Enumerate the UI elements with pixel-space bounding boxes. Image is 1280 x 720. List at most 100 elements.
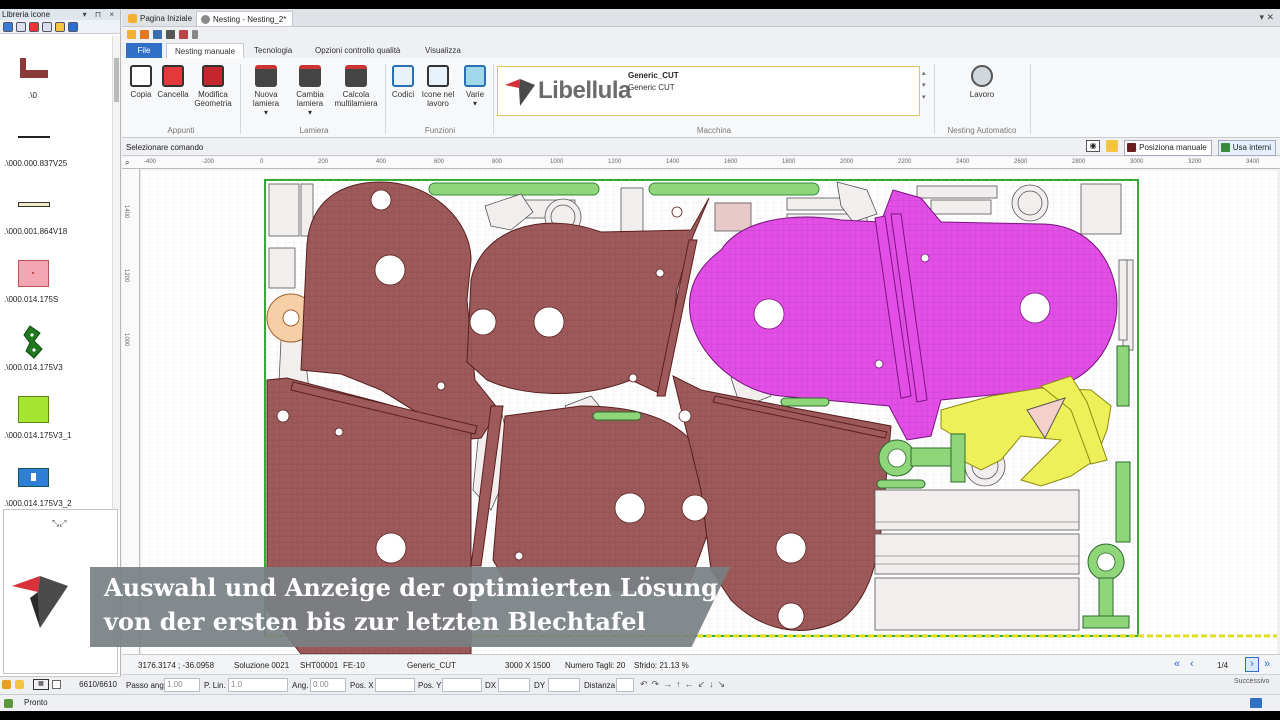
part-thumbnail-icon <box>18 202 50 207</box>
caption-line-1: Auswahl und Anzeige der optimierten Lösu… <box>104 573 718 602</box>
dy-field[interactable] <box>548 678 580 692</box>
codes-button[interactable]: Codici <box>388 65 418 99</box>
zoom-icon[interactable]: ⌕ <box>125 158 129 168</box>
export-icon[interactable] <box>179 30 188 39</box>
position-manual-label: Posiziona manuale <box>1139 143 1207 152</box>
lock-icon[interactable] <box>2 680 11 689</box>
job-label: Lavoro <box>969 90 995 99</box>
list-item[interactable]: .\0 <box>0 36 112 104</box>
machine-selector[interactable]: Libellula Generic_CUT Generic CUT <box>497 66 920 116</box>
job-button[interactable]: Lavoro <box>962 65 1002 99</box>
panel-controls[interactable]: ▾ ⊓ × <box>83 9 120 20</box>
hand-icon[interactable] <box>15 680 24 689</box>
new-sheet-label: Nuova lamiera <box>252 90 280 108</box>
ruler-tick-label: 400 <box>376 159 387 165</box>
machine-description: Generic CUT <box>628 83 675 92</box>
angle-step-field[interactable]: 1.00 <box>164 678 200 692</box>
tab-home[interactable]: Pagina Iniziale <box>124 11 198 26</box>
multisheet-icon <box>345 65 367 87</box>
job-icons-icon <box>427 65 449 87</box>
lock-icon[interactable] <box>1106 140 1119 152</box>
tab-visualizza[interactable]: Visualizza <box>417 43 469 58</box>
print-icon[interactable] <box>166 30 175 39</box>
part-green-bar[interactable] <box>428 182 600 196</box>
libellula-logo-icon <box>505 79 535 106</box>
list-item-label: .\000.014.175V3 <box>4 363 63 372</box>
list-item[interactable]: .\000.014.175V3_2 <box>0 444 112 512</box>
list-item[interactable]: .\000.014.175V3_1 <box>0 376 112 444</box>
libellula-logo-icon <box>12 576 68 628</box>
pos-x-field[interactable] <box>375 678 415 692</box>
group-label-funzioni: Funzioni <box>424 126 456 135</box>
eye-icon[interactable]: ◉ <box>1086 140 1101 152</box>
save-icon[interactable] <box>153 30 162 39</box>
pos-y-field[interactable] <box>442 678 482 692</box>
distance-field[interactable] <box>616 678 634 692</box>
edit-geometry-button[interactable]: Modifica Geometria <box>192 65 234 108</box>
expand-icon[interactable]: ⤡⤢ <box>52 518 66 529</box>
list-item[interactable]: .\000.001.864V18 <box>0 172 112 240</box>
long-plates[interactable] <box>874 489 1080 631</box>
customize-icon[interactable] <box>192 30 198 39</box>
video-caption: Auswahl und Anzeige der optimierten Lösu… <box>90 567 730 647</box>
tab-file[interactable]: File <box>126 43 162 58</box>
list-item-label: .\000.000.837V25 <box>4 159 68 168</box>
first-page-icon[interactable]: « <box>1174 658 1180 670</box>
previous-page-icon[interactable]: ‹ <box>1190 658 1194 670</box>
input-bar: Passo ang. 1.00 P. Lin. 1.0 Ang. 0.00 Po… <box>122 674 1280 694</box>
linear-step-label: P. Lin. <box>204 681 226 690</box>
angle-field[interactable]: 0.00 <box>310 678 346 692</box>
open-icon[interactable] <box>127 30 136 39</box>
misc-button[interactable]: Varie ▾ <box>460 65 490 108</box>
library-tool-4[interactable] <box>42 22 52 32</box>
tab-tecnologia[interactable]: Tecnologia <box>246 43 300 58</box>
move-arrow-icons[interactable]: ↶↷→↑←↙↓↘ <box>640 679 729 690</box>
last-page-icon[interactable]: » <box>1264 658 1270 670</box>
edit-geometry-icon <box>202 65 224 87</box>
part-green-bar[interactable] <box>648 182 820 196</box>
tab-nesting[interactable]: Nesting - Nesting_2* <box>196 11 294 26</box>
dx-field[interactable] <box>498 678 530 692</box>
library-tool-2[interactable] <box>16 22 26 32</box>
multisheet-button[interactable]: Calcola multilamiera <box>332 65 380 108</box>
tab-label: Nesting - Nesting_2* <box>213 15 287 24</box>
tab-nesting-manuale[interactable]: Nesting manuale <box>166 43 245 58</box>
tab-opzioni-qualita[interactable]: Opzioni controllo qualità <box>307 43 408 58</box>
group-separator <box>493 64 494 134</box>
list-item[interactable]: .\000.014.175S <box>0 240 112 308</box>
machine-scroll-icon[interactable]: ▴ ▾ ▾ <box>922 68 926 104</box>
next-page-button[interactable]: › <box>1245 657 1259 672</box>
window-controls[interactable]: ▾ ✕ <box>1259 12 1274 23</box>
ruler-tick-label: 3200 <box>1188 159 1202 165</box>
delete-button[interactable]: Cancella <box>156 65 190 99</box>
help-icon[interactable] <box>1250 698 1262 708</box>
group-separator <box>1030 64 1031 134</box>
ruler-tick-label: 1000 <box>550 159 564 165</box>
linear-step-field[interactable]: 1.0 <box>228 678 288 692</box>
grid-view-icon[interactable]: ▦ <box>33 679 49 690</box>
list-view-icon[interactable] <box>52 680 61 689</box>
group-label-appunti: Appunti <box>167 126 195 135</box>
list-item[interactable]: .\000.000.837V25 <box>0 104 112 172</box>
position-manual-button[interactable]: Posiziona manuale <box>1124 140 1212 156</box>
use-interior-toggle[interactable]: Usa interni <box>1217 140 1276 156</box>
library-scrollbar[interactable] <box>112 36 120 511</box>
job-icons-button[interactable]: Icone nel lavoro <box>420 65 456 108</box>
part-thumbnail-icon <box>18 468 49 487</box>
tab-label: Pagina Iniziale <box>140 14 193 23</box>
library-tool-1[interactable] <box>3 22 13 32</box>
change-sheet-button[interactable]: Cambia lamiera ▾ <box>290 65 330 117</box>
part-thumbnail-icon <box>23 325 43 359</box>
library-tool-6[interactable] <box>68 22 78 32</box>
new-sheet-button[interactable]: Nuova lamiera ▾ <box>246 65 286 117</box>
folder-icon[interactable] <box>140 30 149 39</box>
caption-line-2: von der ersten bis zur letzten Blechtafe… <box>104 607 646 636</box>
pos-x-label: Pos. X <box>350 681 374 690</box>
delete-icon[interactable] <box>29 22 39 32</box>
list-item[interactable]: .\000.014.175V3 <box>0 308 112 376</box>
ribbon-tabs: File Nesting manuale Tecnologia Opzioni … <box>122 42 1280 58</box>
ready-icon <box>4 699 13 708</box>
copy-button[interactable]: Copia <box>126 65 156 99</box>
part-thumbnail-icon <box>18 136 50 138</box>
library-tool-5[interactable] <box>55 22 65 32</box>
